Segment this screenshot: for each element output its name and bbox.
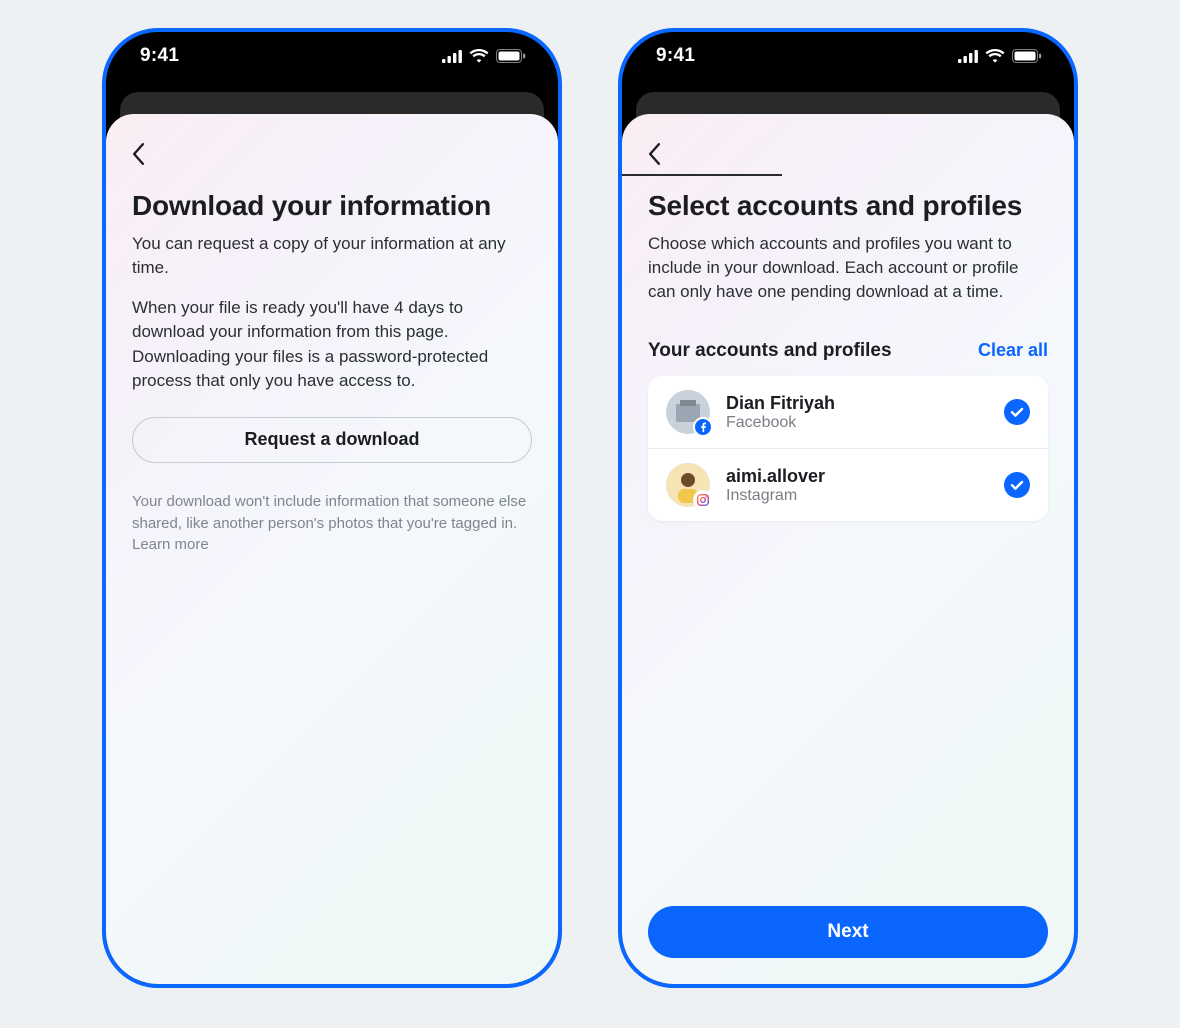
status-bar: 9:41 bbox=[106, 32, 558, 80]
instagram-badge-icon bbox=[693, 490, 713, 510]
clear-all-button[interactable]: Clear all bbox=[978, 340, 1048, 361]
modal-select-accounts: Select accounts and profiles Choose whic… bbox=[622, 114, 1074, 984]
footnote-text: Your download won't include information … bbox=[132, 491, 532, 556]
battery-icon bbox=[1012, 49, 1042, 63]
status-bar: 9:41 bbox=[622, 32, 1074, 80]
cellular-icon bbox=[442, 50, 462, 63]
phone-mockup-1: 9:41 Download your information You can r… bbox=[102, 28, 562, 988]
chevron-left-icon bbox=[132, 143, 145, 165]
page-desc-1: You can request a copy of your informati… bbox=[132, 232, 532, 280]
page-desc-2: When your file is ready you'll have 4 da… bbox=[132, 296, 532, 393]
account-name: Dian Fitriyah bbox=[726, 393, 988, 414]
back-button[interactable] bbox=[648, 136, 684, 172]
status-indicators bbox=[442, 49, 526, 63]
account-platform: Facebook bbox=[726, 414, 988, 432]
checked-indicator bbox=[1004, 472, 1030, 498]
modal-download-info: Download your information You can reques… bbox=[106, 114, 558, 984]
account-name: aimi.allover bbox=[726, 466, 988, 487]
section-label: Your accounts and profiles bbox=[648, 340, 892, 362]
back-button[interactable] bbox=[132, 136, 168, 172]
next-button[interactable]: Next bbox=[648, 906, 1048, 958]
page-desc: Choose which accounts and profiles you w… bbox=[648, 232, 1048, 304]
avatar bbox=[666, 463, 710, 507]
status-time: 9:41 bbox=[140, 45, 179, 67]
checked-indicator bbox=[1004, 399, 1030, 425]
account-platform: Instagram bbox=[726, 487, 988, 505]
request-download-button[interactable]: Request a download bbox=[132, 417, 532, 463]
progress-indicator bbox=[622, 174, 782, 176]
avatar bbox=[666, 390, 710, 434]
chevron-left-icon bbox=[648, 143, 661, 165]
battery-icon bbox=[496, 49, 526, 63]
page-title: Select accounts and profiles bbox=[648, 190, 1048, 222]
phone-mockup-2: 9:41 Select accounts and profiles Choose… bbox=[618, 28, 1078, 988]
accounts-section-header: Your accounts and profiles Clear all bbox=[648, 340, 1048, 362]
facebook-badge-icon bbox=[693, 417, 713, 437]
check-icon bbox=[1010, 405, 1024, 419]
check-icon bbox=[1010, 478, 1024, 492]
accounts-card: Dian Fitriyah Facebook bbox=[648, 376, 1048, 521]
status-time: 9:41 bbox=[656, 45, 695, 67]
account-row-facebook[interactable]: Dian Fitriyah Facebook bbox=[648, 376, 1048, 448]
page-title: Download your information bbox=[132, 190, 532, 222]
wifi-icon bbox=[985, 49, 1005, 63]
status-indicators bbox=[958, 49, 1042, 63]
account-row-instagram[interactable]: aimi.allover Instagram bbox=[648, 448, 1048, 521]
cellular-icon bbox=[958, 50, 978, 63]
wifi-icon bbox=[469, 49, 489, 63]
